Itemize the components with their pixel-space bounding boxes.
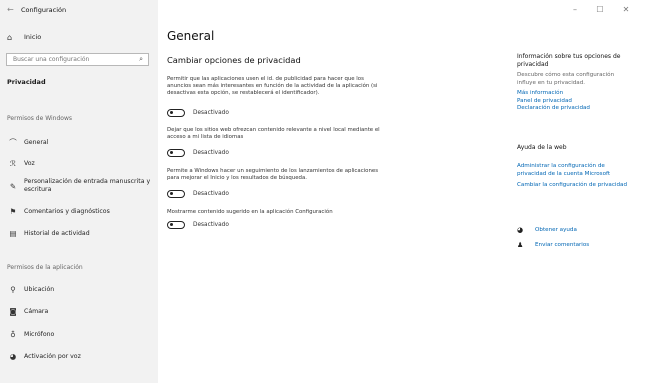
minimize-button[interactable]: – — [568, 5, 582, 14]
feedback-icon: ⚑ — [9, 207, 17, 216]
sidebar-item-label: Cámara — [24, 307, 49, 315]
toggle-switch[interactable] — [167, 190, 185, 198]
section-header-app-permissions: Permisos de la aplicación — [7, 264, 83, 271]
maximize-button[interactable]: ☐ — [593, 5, 607, 14]
history-icon: ▤ — [9, 229, 17, 238]
toggle-state-label: Desactivado — [193, 222, 229, 228]
sidebar-item-label: Ubicación — [24, 285, 55, 293]
manage-account-privacy-link[interactable]: Administrar la configuración de privacid… — [517, 163, 632, 178]
get-help-label: Obtener ayuda — [535, 227, 577, 233]
info-heading: Información sobre tus opciones de privac… — [517, 53, 621, 68]
search-input[interactable]: Buscar una configuración ⌕ — [6, 53, 149, 66]
search-placeholder: Buscar una configuración — [13, 56, 90, 63]
title-bar: ← Configuración – ☐ ✕ — [0, 0, 646, 22]
sidebar-item-diagnostics[interactable]: ⚑ Comentarios y diagnósticos — [7, 207, 155, 216]
toggle-state-label: Desactivado — [193, 150, 229, 156]
sidebar-item-label: Voz — [24, 159, 35, 167]
section-title: Privacidad — [7, 78, 46, 86]
toggle-switch[interactable] — [167, 109, 185, 117]
toggle-state-label: Desactivado — [193, 110, 229, 116]
send-feedback-link[interactable]: ♟ Enviar comentarios — [517, 241, 589, 249]
privacy-info-panel: Información sobre tus opciones de privac… — [517, 53, 632, 113]
advertising-id-toggle[interactable]: Desactivado — [167, 109, 229, 117]
suggested-content-toggle[interactable]: Desactivado — [167, 221, 229, 229]
sidebar-item-label: Historial de actividad — [24, 229, 90, 237]
app-launch-tracking-toggle[interactable]: Desactivado — [167, 190, 229, 198]
web-help-panel: Ayuda de la web Administrar la configura… — [517, 144, 632, 190]
sidebar-item-location[interactable]: ⚲ Ubicación — [7, 285, 155, 294]
search-icon: ⌕ — [139, 55, 143, 63]
home-icon: ⌂ — [7, 32, 13, 42]
option-description: Permitir que las aplicaciones usen el id… — [167, 76, 378, 97]
back-arrow-icon[interactable]: ← — [7, 5, 14, 14]
camera-icon: ◙ — [9, 307, 17, 316]
option-description: Mostrarme contenido sugerido en la aplic… — [167, 209, 333, 215]
language-list-toggle[interactable]: Desactivado — [167, 149, 229, 157]
location-icon: ⚲ — [10, 285, 16, 294]
pen-icon: ✎ — [9, 181, 17, 191]
sidebar-item-label: Personalización de entrada manuscrita y … — [24, 178, 151, 193]
help-icon: ◕ — [517, 226, 524, 234]
lock-icon: ⌒ — [9, 138, 17, 147]
privacy-statement-link[interactable]: Declaración de privacidad — [517, 105, 632, 113]
speech-icon: ℛ — [10, 159, 16, 168]
feedback-person-icon: ♟ — [517, 241, 524, 249]
send-feedback-label: Enviar comentarios — [535, 242, 590, 248]
sidebar-item-label: General — [24, 138, 49, 146]
section-header-windows-permissions: Permisos de Windows — [7, 115, 72, 122]
sidebar-item-label: Comentarios y diagnósticos — [24, 207, 110, 215]
voice-activation-icon: ◕ — [9, 352, 17, 361]
toggle-switch[interactable] — [167, 221, 185, 229]
toggle-state-label: Desactivado — [193, 191, 229, 197]
sidebar-item-label: Activación por voz — [24, 352, 81, 360]
close-button[interactable]: ✕ — [619, 5, 633, 14]
more-info-link[interactable]: Más información — [517, 90, 632, 98]
sidebar-item-home[interactable]: ⌂ Inicio — [7, 30, 41, 44]
page-title: General — [167, 29, 215, 43]
sidebar-item-activity-history[interactable]: ▤ Historial de actividad — [7, 229, 155, 238]
sidebar-item-camera[interactable]: ◙ Cámara — [7, 307, 155, 316]
option-description: Permite a Windows hacer un seguimiento d… — [167, 168, 379, 182]
window-title: Configuración — [21, 6, 67, 14]
sidebar-item-label: Micrófono — [24, 330, 55, 338]
sidebar-item-microphone[interactable]: ♁ Micrófono — [7, 330, 155, 339]
sidebar-item-inking-typing[interactable]: ✎ Personalización de entrada manuscrita … — [7, 178, 155, 194]
sidebar-item-label: Inicio — [24, 33, 42, 41]
info-text: Descubre cómo esta configuración influye… — [517, 72, 615, 86]
get-help-link[interactable]: ◕ Obtener ayuda — [517, 226, 577, 234]
sidebar-item-speech[interactable]: ℛ Voz — [7, 159, 155, 168]
option-description: Dejar que los sitios web ofrezcan conten… — [167, 127, 380, 141]
microphone-icon: ♁ — [10, 330, 16, 339]
sidebar-item-voice-activation[interactable]: ◕ Activación por voz — [7, 352, 155, 361]
sidebar-item-general[interactable]: ⌒ General — [7, 137, 155, 148]
toggle-switch[interactable] — [167, 149, 185, 157]
privacy-dashboard-link[interactable]: Panel de privacidad — [517, 98, 632, 106]
section-subtitle: Cambiar opciones de privacidad — [167, 55, 301, 65]
web-help-heading: Ayuda de la web — [517, 144, 567, 151]
change-privacy-settings-link[interactable]: Cambiar la configuración de privacidad — [517, 182, 632, 190]
